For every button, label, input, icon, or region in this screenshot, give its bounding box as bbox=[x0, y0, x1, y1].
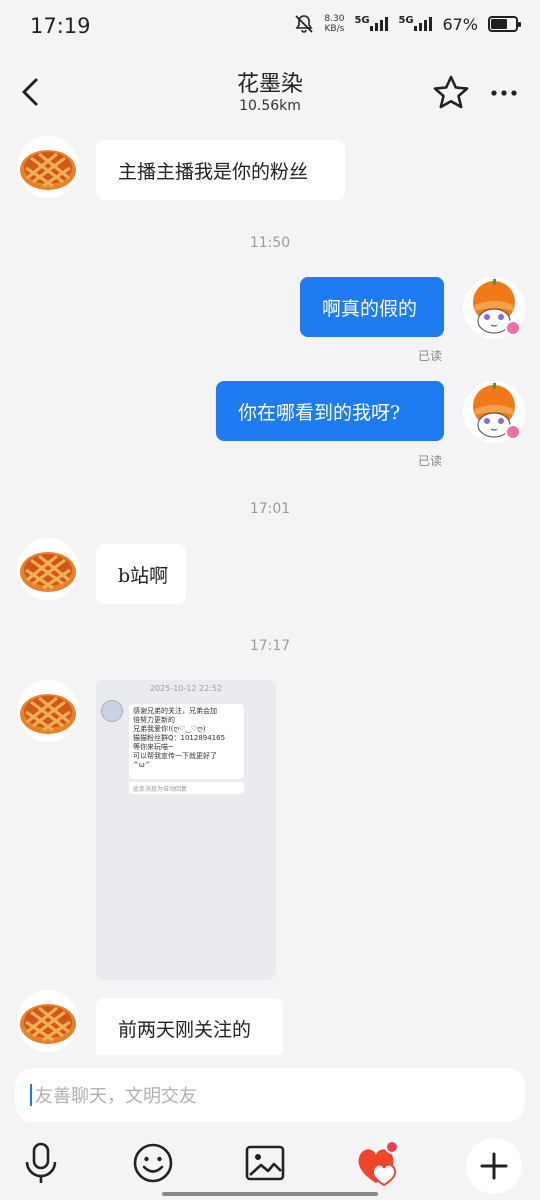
text-caret bbox=[30, 1084, 32, 1106]
battery-fill bbox=[491, 19, 508, 29]
screenshot-line: 感谢兄弟的关注，兄弟会加 bbox=[133, 707, 217, 715]
battery-percent: 67% bbox=[442, 14, 478, 34]
emoji-icon[interactable] bbox=[130, 1140, 176, 1186]
plus-button[interactable] bbox=[466, 1138, 522, 1194]
contact-avatar[interactable] bbox=[17, 680, 79, 742]
image-icon[interactable] bbox=[242, 1140, 288, 1186]
status-time: 17:19 bbox=[30, 14, 91, 38]
screenshot-footer: 此条消息为自动回复 bbox=[129, 782, 244, 794]
message-bubble-incoming[interactable]: b站啊 bbox=[96, 544, 186, 604]
mute-bell-icon bbox=[295, 15, 314, 33]
screenshot-bubble: 感谢兄弟的关注，兄弟会加 倍努力更新的 兄弟我爱你!(ღ♡‿♡ღ) 猫猫粉丝群Q… bbox=[129, 704, 244, 779]
message-bubble-outgoing[interactable]: 你在哪看到的我呀? bbox=[216, 381, 444, 441]
star-outline-icon[interactable] bbox=[432, 74, 470, 112]
screenshot-line: 猫猫粉丝群Q：1012894165 bbox=[133, 734, 226, 742]
pie-avatar-icon bbox=[17, 990, 79, 1052]
read-receipt: 已读 bbox=[417, 454, 442, 468]
net-speed-value: 8.30 bbox=[324, 14, 345, 24]
gift-heart-icon[interactable] bbox=[354, 1137, 404, 1189]
net-speed-unit: KB/s bbox=[324, 24, 345, 34]
home-indicator[interactable] bbox=[162, 1192, 378, 1196]
contact-avatar[interactable] bbox=[17, 990, 79, 1052]
chat-header: 花墨染 10.56km bbox=[0, 56, 540, 130]
status-icons: 8.30 KB/s 5G 5G 67% bbox=[294, 14, 521, 34]
microphone-icon[interactable] bbox=[18, 1140, 64, 1186]
plus-icon bbox=[480, 1152, 508, 1180]
pie-avatar-icon bbox=[17, 136, 79, 198]
vip-badge-icon bbox=[505, 424, 521, 440]
read-receipt: 已读 bbox=[417, 349, 442, 363]
message-timestamp: 11:50 bbox=[249, 235, 291, 251]
vip-badge-icon bbox=[505, 320, 521, 336]
sim1-label: 5G bbox=[354, 15, 370, 26]
contact-avatar[interactable] bbox=[17, 136, 79, 198]
signal-icon-2: 5G bbox=[398, 15, 433, 31]
screenshot-line: 兄弟我爱你!(ღ♡‿♡ღ) bbox=[133, 725, 206, 733]
message-input[interactable]: 友善聊天，文明交友 bbox=[15, 1068, 525, 1122]
screenshot-date: 2025-10-12 22:52 bbox=[149, 684, 223, 693]
screenshot-line: 倍努力更新的 bbox=[133, 716, 175, 724]
message-bubble-incoming[interactable]: 前两天刚关注的 bbox=[96, 998, 283, 1058]
screenshot-line: 等你来玩喵~ bbox=[133, 743, 174, 751]
net-speed: 8.30 KB/s bbox=[324, 14, 344, 34]
image-message[interactable]: 2025-10-12 22:52 感谢兄弟的关注，兄弟会加 倍努力更新的 兄弟我… bbox=[96, 680, 276, 980]
message-bubble-incoming[interactable]: 主播主播我是你的粉丝 bbox=[96, 140, 345, 200]
screenshot-avatar bbox=[101, 700, 123, 722]
pie-avatar-icon bbox=[17, 680, 79, 742]
status-bar: 17:19 8.30 KB/s 5G 5G 67% bbox=[0, 0, 540, 56]
screenshot-line: 可以帮我宣传一下就更好了 bbox=[133, 752, 217, 760]
input-placeholder: 友善聊天，文明交友 bbox=[35, 1086, 197, 1107]
sim2-label: 5G bbox=[398, 15, 414, 26]
message-bubble-outgoing[interactable]: 啊真的假的 bbox=[300, 277, 444, 337]
pie-avatar-icon bbox=[17, 538, 79, 600]
screenshot-line: ^ω^ bbox=[133, 761, 151, 769]
signal-icon-1: 5G bbox=[354, 15, 389, 31]
battery-icon bbox=[488, 16, 521, 32]
input-area: 友善聊天，文明交友 bbox=[0, 1055, 540, 1200]
more-dots-icon[interactable] bbox=[488, 78, 520, 108]
contact-avatar[interactable] bbox=[17, 538, 79, 600]
message-timestamp: 17:17 bbox=[249, 638, 291, 654]
message-timestamp: 17:01 bbox=[249, 501, 291, 517]
